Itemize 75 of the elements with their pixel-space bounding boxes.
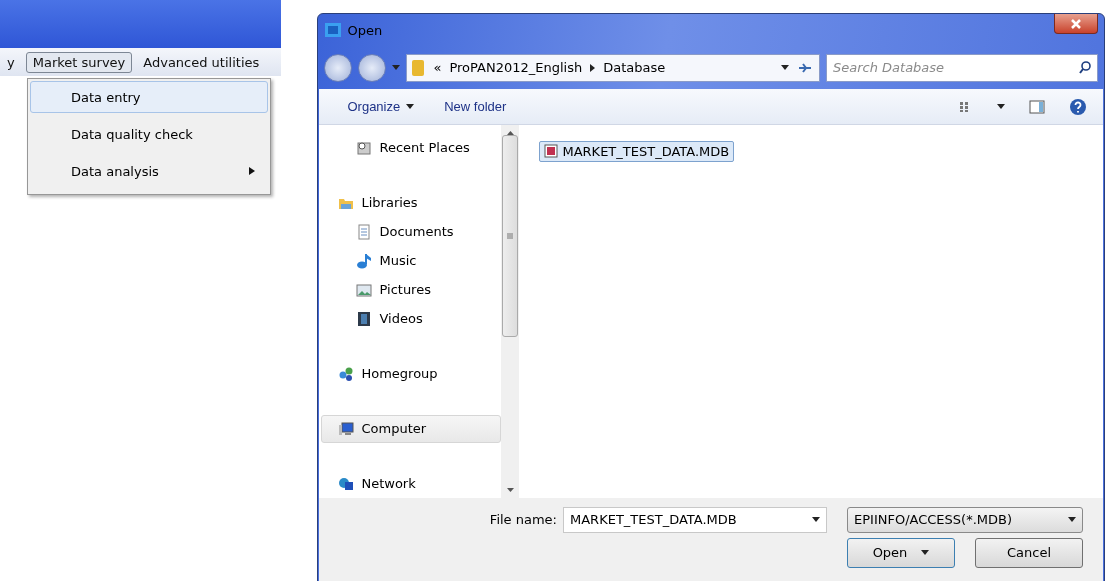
- breadcrumb[interactable]: «: [433, 60, 442, 76]
- history-caret-icon: [392, 65, 401, 71]
- nav-label: Pictures: [379, 282, 431, 298]
- caret-icon: [812, 517, 820, 523]
- dropdown-item[interactable]: Data analysis: [30, 155, 268, 187]
- nav-label: Libraries: [361, 195, 418, 211]
- address-caret-icon: [781, 65, 789, 71]
- file-name: MARKET_TEST_DATA.MDB: [562, 143, 730, 159]
- view-caret-icon: [997, 104, 1005, 109]
- file-item[interactable]: MARKET_TEST_DATA.MDB: [539, 140, 735, 162]
- search-field[interactable]: Search Database: [833, 55, 1079, 80]
- dropdown-item[interactable]: Data quality check: [30, 118, 268, 150]
- file-name-field[interactable]: MARKET_TEST_DATA.MDB: [570, 508, 812, 531]
- menu-item[interactable]: Market survey: [25, 51, 133, 73]
- film-icon: [356, 310, 373, 327]
- nav-item[interactable]: Recent Places: [321, 133, 502, 162]
- split-caret-icon: [921, 550, 930, 556]
- breadcrumb-arrow-icon: [590, 63, 596, 72]
- nav-label: Computer: [361, 421, 427, 437]
- dropdown-label: Data analysis: [71, 163, 159, 179]
- database-file-icon: [544, 144, 559, 159]
- close-icon: [1071, 18, 1081, 29]
- forward-button[interactable]: [358, 53, 387, 82]
- nav-item[interactable]: Computer: [321, 414, 502, 443]
- file-name-label: File name:: [489, 512, 557, 528]
- nav-item[interactable]: Documents: [321, 217, 502, 246]
- dialog-title: Open: [347, 22, 383, 38]
- nav-item[interactable]: Libraries: [321, 188, 502, 217]
- nav-label: Network: [361, 476, 416, 492]
- dialog-button[interactable]: Open: [847, 537, 955, 568]
- folder-icon: [411, 58, 426, 77]
- app-logo-icon: [324, 22, 343, 39]
- nav-label: Videos: [379, 311, 423, 327]
- picture-icon: [356, 281, 373, 298]
- scrollbar[interactable]: [501, 124, 520, 498]
- dropdown-item[interactable]: Data entry: [30, 81, 268, 113]
- nav-item[interactable]: Videos: [321, 304, 502, 333]
- dropdown-label: Data quality check: [71, 126, 193, 142]
- search-box[interactable]: Search Database: [826, 53, 1098, 82]
- scroll-thumb[interactable]: [502, 134, 519, 337]
- network-balls-icon: [338, 365, 355, 382]
- close-button[interactable]: [1054, 14, 1098, 34]
- grip-icon: [507, 232, 514, 239]
- caret-icon: [406, 104, 415, 109]
- toolbar-button[interactable]: Organize: [347, 99, 415, 114]
- file-name-combo[interactable]: MARKET_TEST_DATA.MDB: [563, 506, 827, 533]
- preview-pane-icon[interactable]: [1029, 99, 1045, 114]
- dialog-button[interactable]: Cancel: [975, 537, 1083, 568]
- nav-item[interactable]: Homegroup: [321, 359, 502, 388]
- breadcrumb[interactable]: ProPAN2012_English: [449, 60, 583, 76]
- search-icon: [1079, 61, 1091, 75]
- nav-label: Recent Places: [379, 140, 470, 156]
- scroll-down-icon: [506, 487, 514, 492]
- menu-item[interactable]: Advanced utilities: [136, 51, 267, 73]
- nav-label: Music: [379, 253, 417, 269]
- submenu-arrow-icon: [249, 167, 255, 175]
- address-bar[interactable]: « ProPAN2012_English Database: [406, 53, 820, 82]
- nav-item[interactable]: Music: [321, 246, 502, 275]
- nav-label: Documents: [379, 224, 454, 240]
- breadcrumb[interactable]: Database: [603, 60, 666, 76]
- file-type-dropdown[interactable]: EPIINFO/ACCESS(*.MDB): [847, 506, 1083, 533]
- menu-item[interactable]: y: [0, 51, 22, 73]
- nav-item[interactable]: Network: [321, 469, 502, 498]
- help-icon[interactable]: [1069, 97, 1087, 116]
- computer-icon: [338, 420, 355, 437]
- back-button[interactable]: [324, 53, 353, 82]
- nav-item[interactable]: Pictures: [321, 275, 502, 304]
- dropdown-label: Data entry: [71, 89, 141, 105]
- globe-monitor-icon: [338, 475, 355, 492]
- clock-folder-icon: [356, 139, 373, 156]
- toolbar-button[interactable]: New folder: [444, 99, 507, 114]
- nav-label: Homegroup: [361, 366, 438, 382]
- caret-icon: [1068, 517, 1076, 523]
- document-icon: [356, 223, 373, 240]
- music-note-icon: [356, 252, 373, 269]
